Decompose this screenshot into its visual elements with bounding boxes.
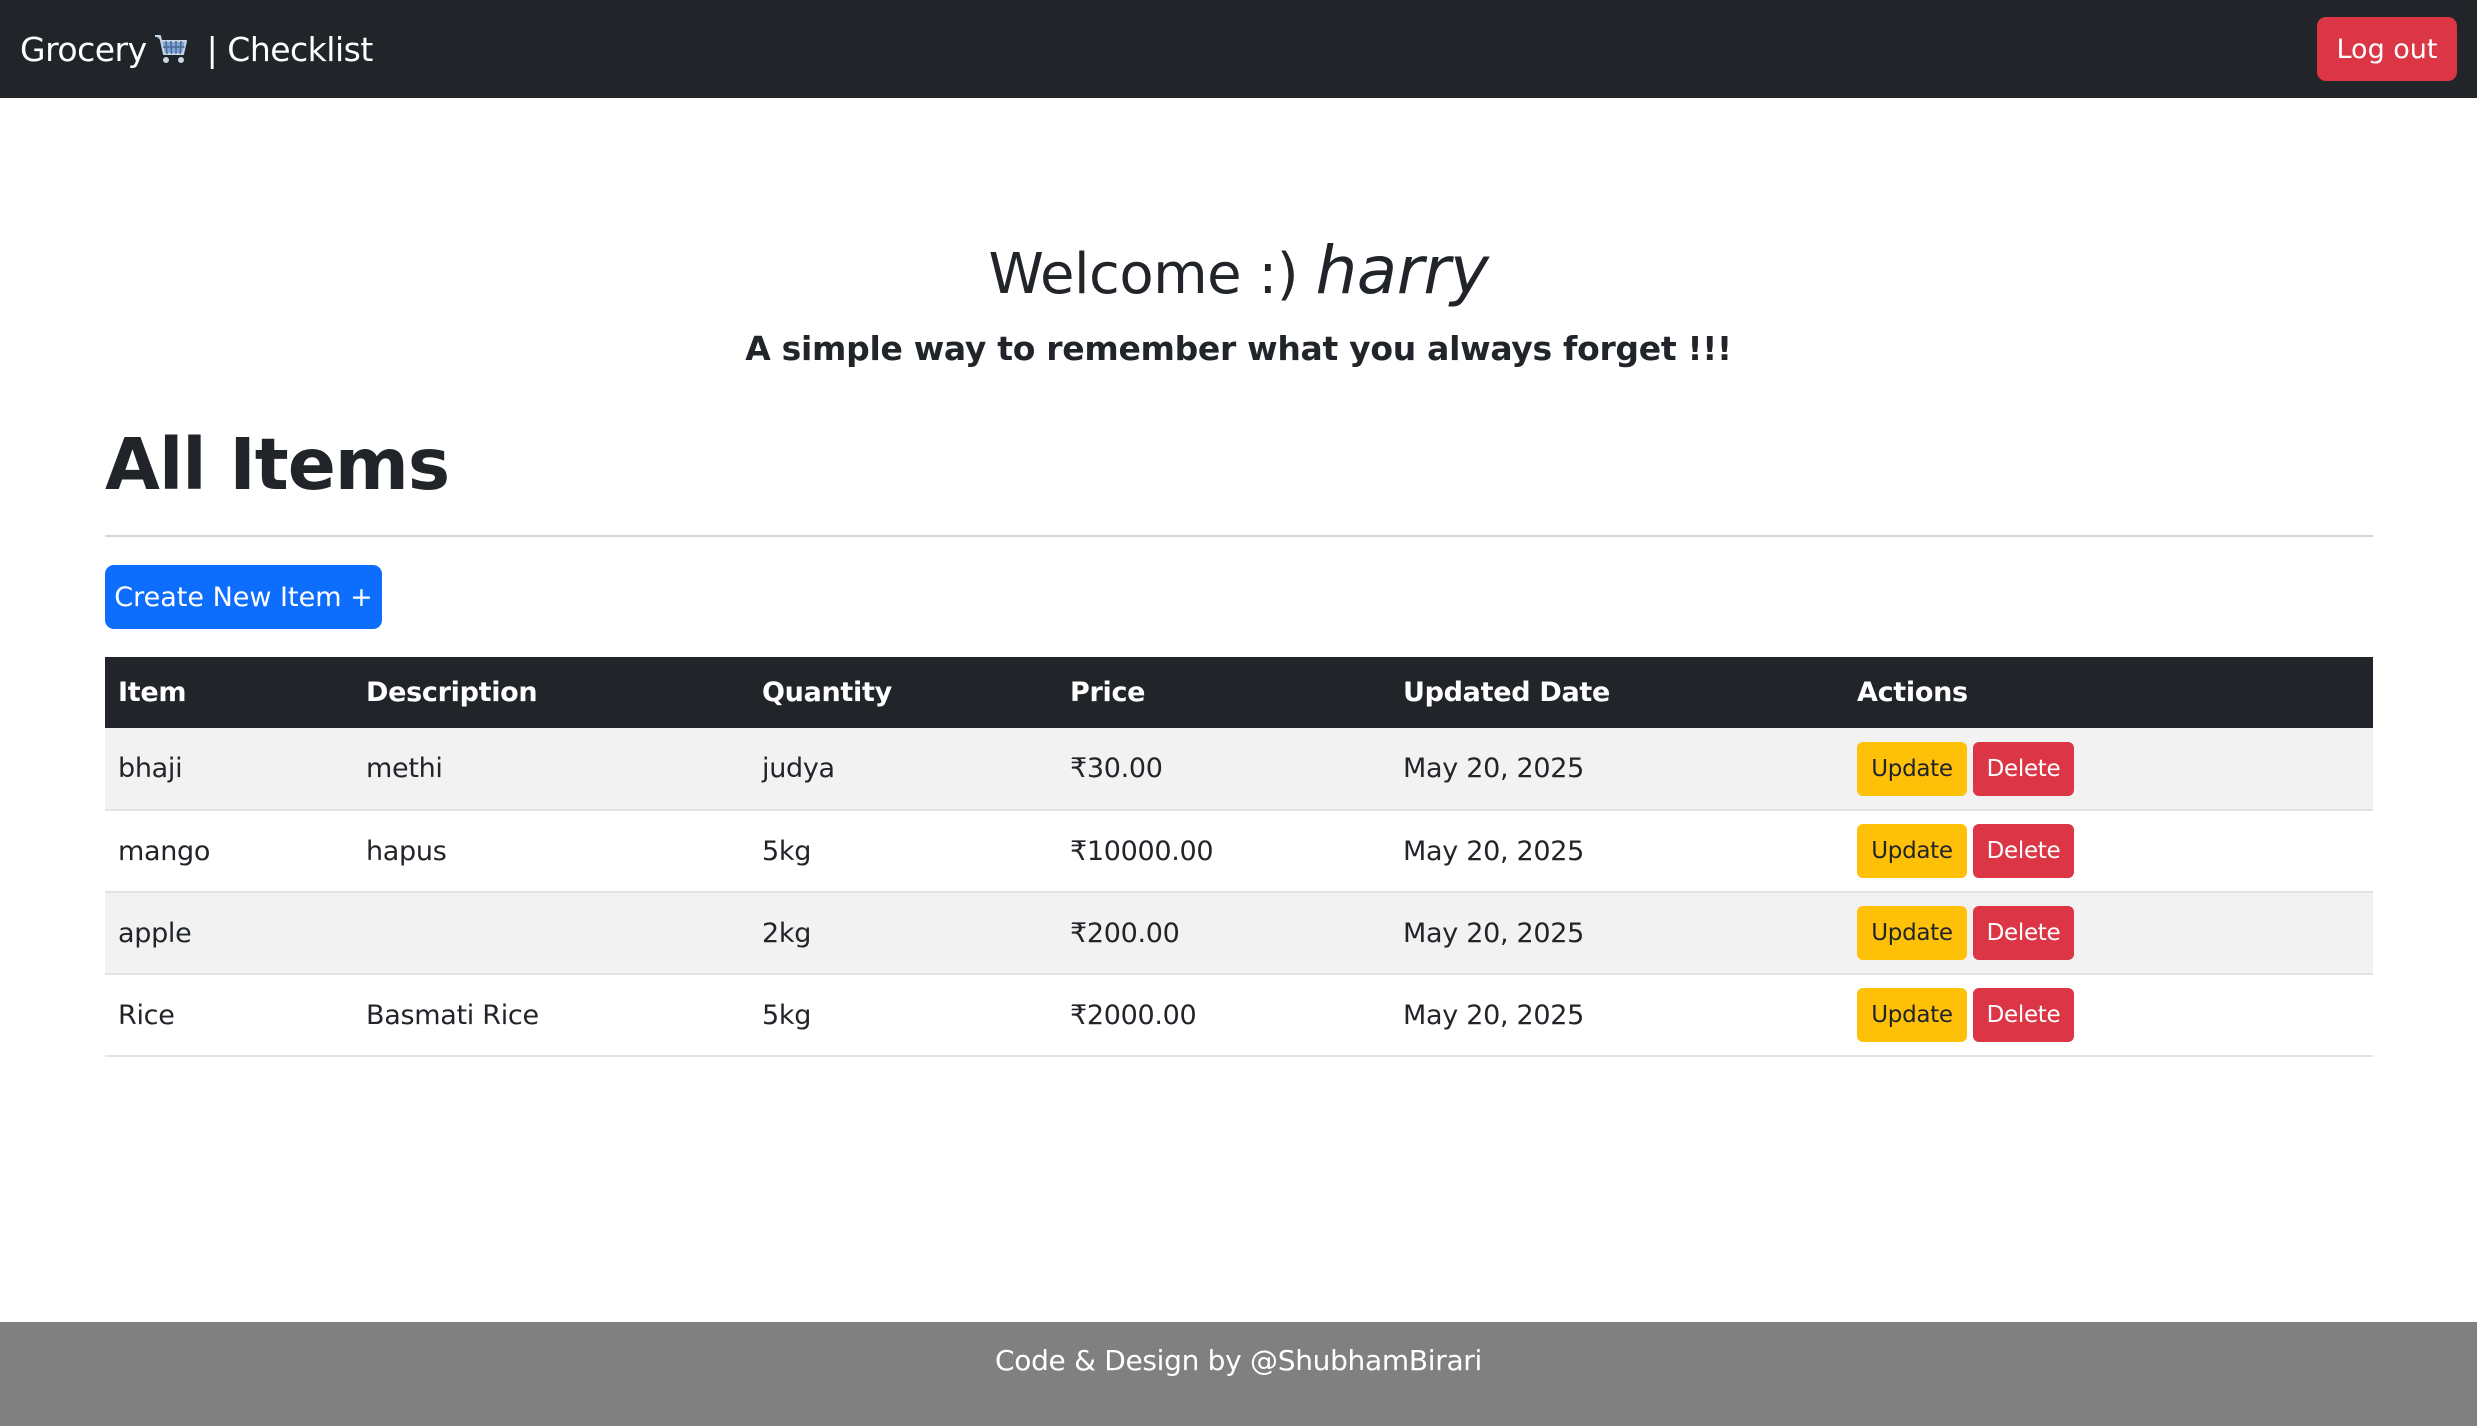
footer-credit: Code & Design by @ShubhamBirari bbox=[994, 1344, 1482, 1377]
column-header-updated-date: Updated Date bbox=[1403, 677, 1610, 708]
column-header-price: Price bbox=[1070, 677, 1146, 708]
cell-updated-date: May 20, 2025 bbox=[1403, 835, 1585, 867]
navbar: Grocery | Checklist Log out bbox=[0, 0, 2477, 98]
delete-button[interactable]: Delete bbox=[1973, 741, 2074, 796]
brand[interactable]: Grocery | Checklist bbox=[20, 30, 373, 69]
cell-quantity: judya bbox=[762, 753, 835, 784]
delete-button[interactable]: Delete bbox=[1973, 988, 2074, 1042]
cell-description: hapus bbox=[366, 835, 447, 867]
update-button[interactable]: Update bbox=[1857, 906, 1967, 960]
cell-item: Rice bbox=[118, 999, 175, 1031]
column-header-actions: Actions bbox=[1857, 677, 1968, 708]
cell-quantity: 5kg bbox=[762, 835, 812, 867]
cell-price: ₹2000.00 bbox=[1070, 999, 1197, 1031]
table-row: apple 2kg ₹200.00 May 20, 2025 Update Del… bbox=[105, 892, 2373, 974]
cell-item: apple bbox=[118, 917, 192, 949]
cell-description: Basmati Rice bbox=[366, 999, 539, 1031]
cell-item: bhaji bbox=[118, 753, 183, 784]
table-row: mango hapus 5kg ₹10000.00 May 20, 2025 U… bbox=[105, 810, 2373, 892]
cell-quantity: 5kg bbox=[762, 999, 812, 1031]
brand-text: Grocery bbox=[20, 29, 147, 69]
cell-actions: Update Delete bbox=[1844, 974, 2373, 1056]
divider bbox=[105, 535, 2373, 537]
cell-item: mango bbox=[118, 835, 211, 867]
table-row: Rice Basmati Rice 5kg ₹2000.00 May 20, 2… bbox=[105, 974, 2373, 1056]
column-header-item: Item bbox=[118, 677, 187, 708]
update-button[interactable]: Update bbox=[1857, 824, 1967, 878]
shopping-cart-icon bbox=[153, 32, 189, 66]
welcome-heading: Welcome :) harry bbox=[0, 225, 2477, 321]
update-button[interactable]: Update bbox=[1857, 741, 1967, 796]
cell-actions: Update Delete bbox=[1844, 728, 2373, 810]
cell-updated-date: May 20, 2025 bbox=[1403, 999, 1585, 1031]
footer: Code & Design by @ShubhamBirari bbox=[0, 1322, 2477, 1426]
welcome-text: Welcome :) bbox=[988, 242, 1299, 307]
cell-updated-date: May 20, 2025 bbox=[1403, 753, 1585, 784]
logout-button[interactable]: Log out bbox=[2317, 17, 2457, 81]
brand-separator: | bbox=[206, 29, 218, 69]
items-table: Item Description Quantity Price Updated … bbox=[105, 657, 2373, 1057]
cell-price: ₹30.00 bbox=[1070, 753, 1163, 784]
page-title: All Items bbox=[105, 423, 450, 506]
table-header-row: Item Description Quantity Price Updated … bbox=[105, 657, 2373, 728]
cell-description: methi bbox=[366, 753, 443, 784]
create-new-item-button[interactable]: Create New Item + bbox=[105, 565, 382, 629]
column-header-description: Description bbox=[366, 677, 538, 708]
cell-price: ₹200.00 bbox=[1070, 917, 1180, 949]
welcome-section: Welcome :) harry A simple way to remembe… bbox=[0, 225, 2477, 377]
column-header-quantity: Quantity bbox=[762, 677, 892, 708]
cell-quantity: 2kg bbox=[762, 917, 812, 949]
cell-updated-date: May 20, 2025 bbox=[1403, 917, 1585, 949]
username: harry bbox=[1315, 232, 1489, 309]
cell-price: ₹10000.00 bbox=[1070, 835, 1214, 867]
tagline: A simple way to remember what you always… bbox=[745, 329, 1732, 368]
cell-actions: Update Delete bbox=[1844, 892, 2373, 974]
cell-actions: Update Delete bbox=[1844, 810, 2373, 892]
table-row: bhaji methi judya ₹30.00 May 20, 2025 Up… bbox=[105, 728, 2373, 810]
delete-button[interactable]: Delete bbox=[1973, 906, 2074, 960]
delete-button[interactable]: Delete bbox=[1973, 824, 2074, 878]
brand-subtitle: Checklist bbox=[227, 29, 373, 69]
main-content: All Items Create New Item + Item Descrip… bbox=[105, 410, 2373, 1057]
cell-description bbox=[353, 892, 749, 974]
update-button[interactable]: Update bbox=[1857, 988, 1967, 1042]
